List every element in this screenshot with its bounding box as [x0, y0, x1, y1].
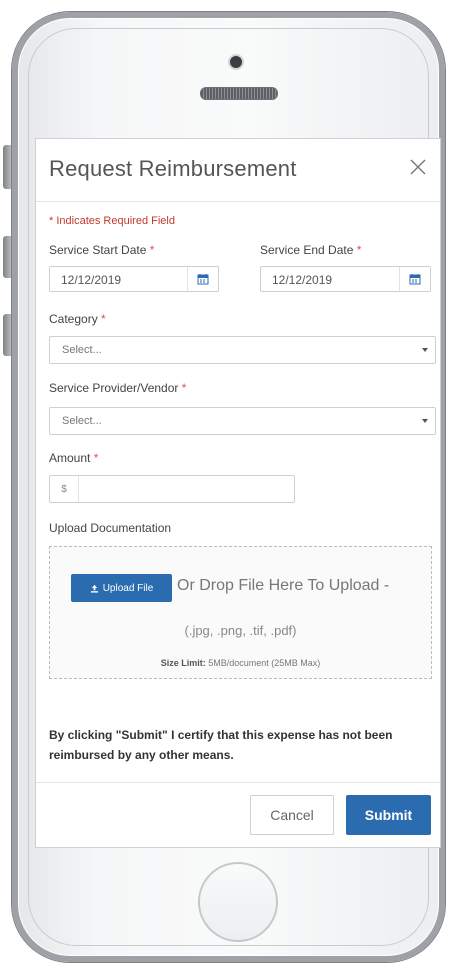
vendor-selected-value: Select...: [62, 415, 102, 427]
vendor-select[interactable]: Select...: [49, 407, 436, 435]
required-marker: *: [181, 381, 187, 395]
required-field-note: * Indicates Required Field: [49, 215, 175, 227]
cancel-button[interactable]: Cancel: [250, 795, 334, 835]
modal-footer: Cancel Submit: [36, 782, 440, 847]
caret-down-icon: [422, 419, 428, 423]
close-icon[interactable]: [406, 155, 430, 179]
modal-header: Request Reimbursement: [36, 139, 440, 202]
service-start-label: Service Start Date *: [49, 243, 155, 257]
size-limit: Size Limit: 5MB/document (25MB Max): [50, 658, 431, 668]
required-marker: *: [93, 451, 99, 465]
vendor-label: Service Provider/Vendor *: [49, 381, 187, 395]
phone-side-button: [3, 236, 11, 278]
service-start-date-value: 12/12/2019: [61, 273, 122, 287]
service-end-label: Service End Date *: [260, 243, 362, 257]
service-end-date-field[interactable]: 12/12/2019: [260, 266, 431, 292]
category-selected-value: Select...: [62, 344, 102, 356]
phone-speaker: [200, 87, 278, 100]
upload-file-label: Upload File: [102, 582, 154, 594]
submit-button[interactable]: Submit: [346, 795, 431, 835]
required-marker: *: [101, 312, 106, 326]
category-select[interactable]: Select...: [49, 336, 436, 364]
upload-icon: [90, 584, 99, 593]
category-label: Category *: [49, 312, 106, 326]
calendar-icon[interactable]: [399, 267, 430, 291]
phone-side-button: [3, 314, 11, 356]
amount-label: Amount *: [49, 451, 99, 465]
size-limit-label: Size Limit:: [160, 658, 206, 668]
service-start-date-field[interactable]: 12/12/2019: [49, 266, 219, 292]
phone-side-button: [3, 145, 11, 189]
reimbursement-modal: Request Reimbursement * Indicates Requir…: [35, 138, 441, 848]
drop-file-text: Or Drop File Here To Upload -: [177, 577, 390, 594]
currency-addon: $: [50, 476, 79, 502]
required-marker: *: [149, 243, 155, 257]
modal-title: Request Reimbursement: [49, 156, 297, 181]
calendar-icon[interactable]: [187, 267, 218, 291]
file-dropzone[interactable]: Upload File Or Drop File Here To Upload …: [49, 546, 432, 679]
required-marker: *: [356, 243, 362, 257]
phone-camera: [228, 54, 244, 70]
upload-documentation-label: Upload Documentation: [49, 521, 172, 535]
service-end-date-value: 12/12/2019: [272, 273, 333, 287]
allowed-formats: (.jpg, .png, .tif, .pdf): [184, 623, 297, 638]
size-limit-value: 5MB/document (25MB Max): [208, 658, 321, 668]
certification-text: By clicking "Submit" I certify that this…: [49, 728, 393, 762]
upload-file-button[interactable]: Upload File: [71, 574, 172, 602]
caret-down-icon: [422, 348, 428, 352]
amount-input[interactable]: $: [49, 475, 295, 503]
phone-home-button[interactable]: [198, 862, 278, 942]
